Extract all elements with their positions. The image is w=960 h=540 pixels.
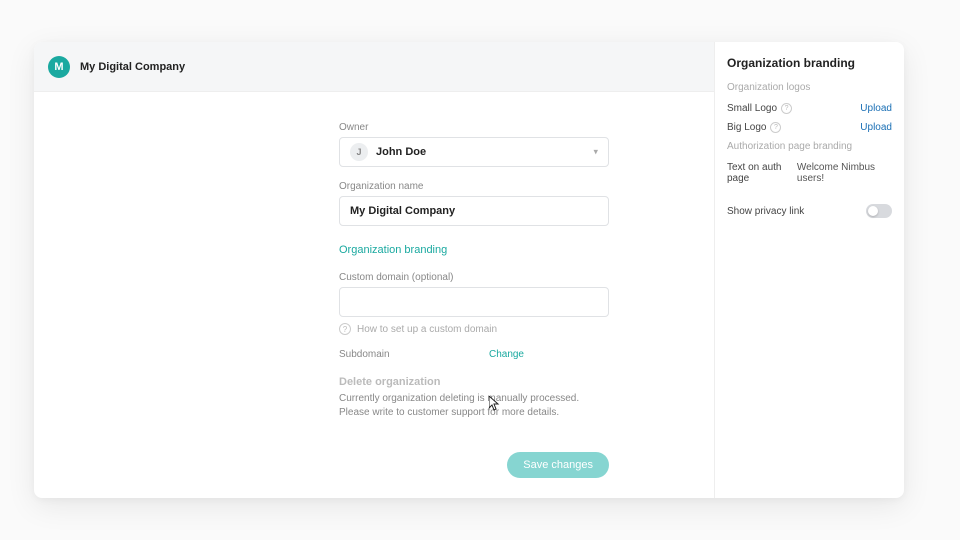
big-logo-row: Big Logo ? Upload bbox=[727, 122, 892, 133]
small-logo-label-text: Small Logo bbox=[727, 103, 777, 114]
subdomain-label: Subdomain bbox=[339, 349, 390, 360]
chevron-down-icon: ▾ bbox=[593, 147, 598, 158]
owner-name: John Doe bbox=[376, 146, 426, 158]
side-panel-title: Organization branding bbox=[727, 56, 892, 70]
auth-text-label: Text on auth page bbox=[727, 162, 797, 184]
big-logo-label: Big Logo ? bbox=[727, 122, 781, 133]
delete-org-text-line2: Please write to customer support for mor… bbox=[339, 406, 609, 420]
auth-text-row: Text on auth page Welcome Nimbus users! bbox=[727, 162, 892, 184]
auth-subheading: Authorization page branding bbox=[727, 141, 892, 152]
org-name-label: Organization name bbox=[339, 181, 609, 192]
org-name-field-group: Organization name bbox=[339, 181, 609, 226]
auth-text-value[interactable]: Welcome Nimbus users! bbox=[797, 162, 892, 184]
custom-domain-field-group: Custom domain (optional) ? How to set up… bbox=[339, 272, 609, 335]
question-icon: ? bbox=[339, 323, 351, 335]
content-area: Owner J John Doe ▾ Organization name Org… bbox=[34, 92, 714, 498]
owner-label: Owner bbox=[339, 122, 609, 133]
org-name-input-wrap bbox=[339, 196, 609, 226]
custom-domain-help-row[interactable]: ? How to set up a custom domain bbox=[339, 323, 609, 335]
side-panel: Organization branding Organization logos… bbox=[714, 42, 904, 498]
logos-subheading: Organization logos bbox=[727, 82, 892, 93]
owner-field-group: Owner J John Doe ▾ bbox=[339, 122, 609, 167]
org-title: My Digital Company bbox=[80, 61, 185, 73]
save-button[interactable]: Save changes bbox=[507, 452, 609, 478]
save-button-wrap: Save changes bbox=[339, 452, 609, 478]
small-logo-upload-link[interactable]: Upload bbox=[860, 103, 892, 114]
org-name-input[interactable] bbox=[350, 205, 598, 217]
owner-select[interactable]: J John Doe ▾ bbox=[339, 137, 609, 167]
owner-avatar: J bbox=[350, 143, 368, 161]
question-icon[interactable]: ? bbox=[770, 122, 781, 133]
change-subdomain-link[interactable]: Change bbox=[489, 349, 524, 360]
org-avatar: M bbox=[48, 56, 70, 78]
custom-domain-input[interactable] bbox=[350, 296, 598, 308]
branding-link[interactable]: Organization branding bbox=[339, 244, 447, 256]
small-logo-row: Small Logo ? Upload bbox=[727, 103, 892, 114]
custom-domain-input-wrap bbox=[339, 287, 609, 317]
main-panel: M My Digital Company Owner J John Doe ▾ … bbox=[34, 42, 714, 498]
privacy-toggle-label: Show privacy link bbox=[727, 206, 804, 217]
delete-org-heading: Delete organization bbox=[339, 376, 609, 388]
delete-org-section: Delete organization Currently organizati… bbox=[339, 376, 609, 420]
settings-form: Owner J John Doe ▾ Organization name Org… bbox=[339, 122, 609, 478]
privacy-toggle[interactable] bbox=[866, 204, 892, 218]
privacy-toggle-row: Show privacy link bbox=[727, 204, 892, 218]
big-logo-label-text: Big Logo bbox=[727, 122, 766, 133]
delete-org-text-line1: Currently organization deleting is manua… bbox=[339, 392, 609, 406]
custom-domain-help-text: How to set up a custom domain bbox=[357, 324, 497, 335]
app-window: M My Digital Company Owner J John Doe ▾ … bbox=[34, 42, 904, 498]
small-logo-label: Small Logo ? bbox=[727, 103, 792, 114]
subdomain-field-group: Subdomain Change bbox=[339, 349, 609, 360]
custom-domain-label: Custom domain (optional) bbox=[339, 272, 609, 283]
branding-link-row: Organization branding bbox=[339, 240, 609, 258]
header-bar: M My Digital Company bbox=[34, 42, 714, 92]
question-icon[interactable]: ? bbox=[781, 103, 792, 114]
big-logo-upload-link[interactable]: Upload bbox=[860, 122, 892, 133]
